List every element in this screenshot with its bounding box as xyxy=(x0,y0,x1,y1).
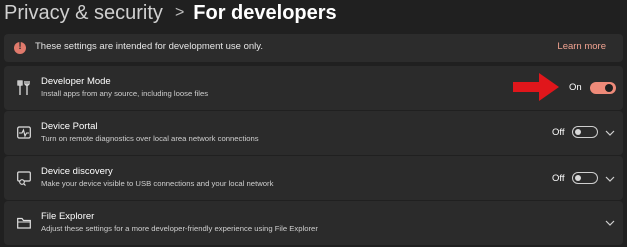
setting-description: Turn on remote diagnostics over local ar… xyxy=(41,134,259,143)
folder-icon xyxy=(17,217,31,229)
chevron-down-icon[interactable] xyxy=(605,176,615,182)
warning-icon xyxy=(14,41,26,54)
device-portal-toggle[interactable] xyxy=(572,126,598,138)
file-explorer-setting[interactable]: File Explorer Adjust these settings for … xyxy=(4,201,623,245)
banner-message: These settings are intended for developm… xyxy=(35,41,263,52)
page-title: For developers xyxy=(193,1,337,24)
toggle-state-label: Off xyxy=(552,127,565,138)
setting-title: Device discovery xyxy=(41,166,113,177)
pulse-monitor-icon xyxy=(17,126,31,139)
chevron-down-icon[interactable] xyxy=(605,130,615,136)
device-discovery-setting: Device discovery Make your device visibl… xyxy=(4,156,623,200)
toggle-state-label: Off xyxy=(552,173,565,184)
setting-description: Install apps from any source, including … xyxy=(41,89,209,98)
developer-mode-toggle[interactable] xyxy=(590,82,616,94)
setting-description: Make your device visible to USB connecti… xyxy=(41,179,274,188)
toggle-knob xyxy=(605,84,613,92)
developer-tools-icon xyxy=(17,80,30,95)
setting-description: Adjust these settings for a more develop… xyxy=(41,224,318,233)
device-search-icon xyxy=(17,171,31,186)
device-discovery-toggle[interactable] xyxy=(572,172,598,184)
setting-title: Device Portal xyxy=(41,121,98,132)
toggle-knob xyxy=(575,175,581,181)
breadcrumb-parent[interactable]: Privacy & security xyxy=(4,2,163,25)
learn-more-link[interactable]: Learn more xyxy=(557,41,606,52)
breadcrumb: Privacy & security > For developers xyxy=(4,0,337,26)
device-portal-setting: Device Portal Turn on remote diagnostics… xyxy=(4,111,623,155)
annotation-arrow-icon xyxy=(513,73,559,101)
setting-title: File Explorer xyxy=(41,211,95,222)
chevron-down-icon[interactable] xyxy=(605,220,615,226)
toggle-knob xyxy=(575,129,581,135)
toggle-state-label: On xyxy=(569,82,582,93)
setting-title: Developer Mode xyxy=(41,76,111,87)
breadcrumb-separator-icon: > xyxy=(174,4,185,21)
development-warning-banner: These settings are intended for developm… xyxy=(4,34,623,62)
